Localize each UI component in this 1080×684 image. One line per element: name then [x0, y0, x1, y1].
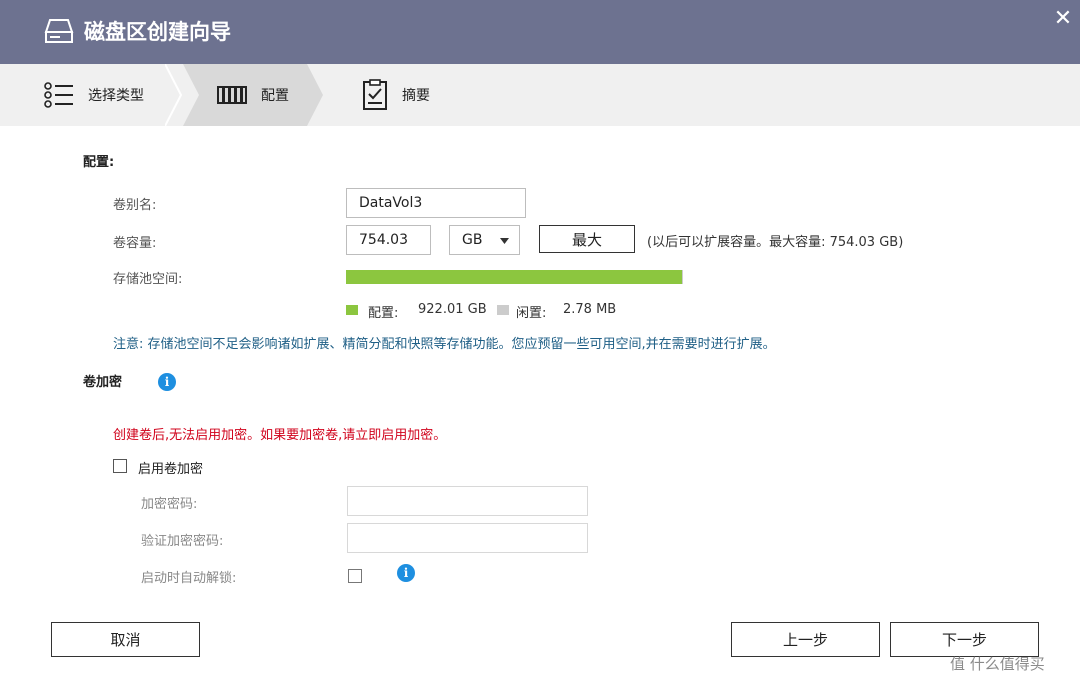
- pool-space-label: 存储池空间:: [113, 272, 183, 287]
- pool-space-bar-configured: [346, 270, 682, 284]
- step-label: 选择类型: [88, 88, 144, 104]
- disk-drive-icon: [44, 19, 74, 43]
- title-bar: 磁盘区创建向导 ✕: [0, 0, 1080, 64]
- step-label: 配置: [261, 88, 289, 104]
- free-legend-value: 2.78 MB: [563, 302, 617, 317]
- encryption-heading: 卷加密: [83, 375, 123, 390]
- max-capacity-button[interactable]: 最大: [539, 225, 635, 253]
- confirm-password-input[interactable]: [347, 523, 588, 553]
- step-configure: 配置: [217, 64, 289, 126]
- info-icon[interactable]: i: [397, 564, 415, 582]
- list-icon: [44, 82, 74, 108]
- watermark: 值 什么值得买: [950, 655, 1045, 673]
- encryption-password-label: 加密密码:: [141, 497, 198, 512]
- configured-legend-swatch: [346, 305, 358, 315]
- free-legend-label: 闲置:: [516, 306, 547, 321]
- wizard-steps: 选择类型 配置 摘要: [0, 64, 1080, 126]
- pool-space-note: 注意: 存储池空间不足会影响诸如扩展、精简分配和快照等存储功能。您应预留一些可用…: [113, 337, 776, 352]
- capacity-hint: (以后可以扩展容量。最大容量: 754.03 GB): [647, 235, 904, 250]
- encryption-warning: 创建卷后,无法启用加密。如果要加密卷,请立即启用加密。: [113, 428, 447, 443]
- step-select-type: 选择类型: [44, 64, 144, 126]
- enable-encryption-checkbox[interactable]: [113, 459, 127, 473]
- unit-select-value: GB: [462, 232, 483, 248]
- confirm-password-label: 验证加密密码:: [141, 534, 224, 549]
- step-summary: 摘要: [362, 64, 430, 126]
- volume-name-input[interactable]: DataVol3: [346, 188, 526, 218]
- configured-legend-value: 922.01 GB: [418, 302, 487, 317]
- auto-unlock-checkbox[interactable]: [348, 569, 362, 583]
- disk-bars-icon: [217, 85, 247, 105]
- step-label: 摘要: [402, 88, 430, 104]
- pool-space-bar: [346, 270, 683, 284]
- info-icon[interactable]: i: [158, 373, 176, 391]
- capacity-input[interactable]: 754.03: [346, 225, 431, 255]
- encryption-password-input[interactable]: [347, 486, 588, 516]
- auto-unlock-label: 启动时自动解锁:: [141, 571, 237, 586]
- close-icon[interactable]: ✕: [1051, 7, 1075, 31]
- volume-name-label: 卷别名:: [113, 198, 157, 213]
- enable-encryption-label: 启用卷加密: [138, 462, 204, 477]
- clipboard-icon: [362, 79, 388, 111]
- config-heading: 配置:: [83, 155, 115, 170]
- free-legend-swatch: [497, 305, 509, 315]
- back-button[interactable]: 上一步: [731, 622, 880, 657]
- unit-select[interactable]: GB: [449, 225, 520, 255]
- step-separator: [165, 64, 183, 126]
- cancel-button[interactable]: 取消: [51, 622, 200, 657]
- window-title: 磁盘区创建向导: [84, 20, 231, 44]
- configured-legend-label: 配置:: [368, 306, 399, 321]
- next-button[interactable]: 下一步: [890, 622, 1039, 657]
- chevron-down-icon: [500, 238, 509, 244]
- capacity-label: 卷容量:: [113, 236, 157, 251]
